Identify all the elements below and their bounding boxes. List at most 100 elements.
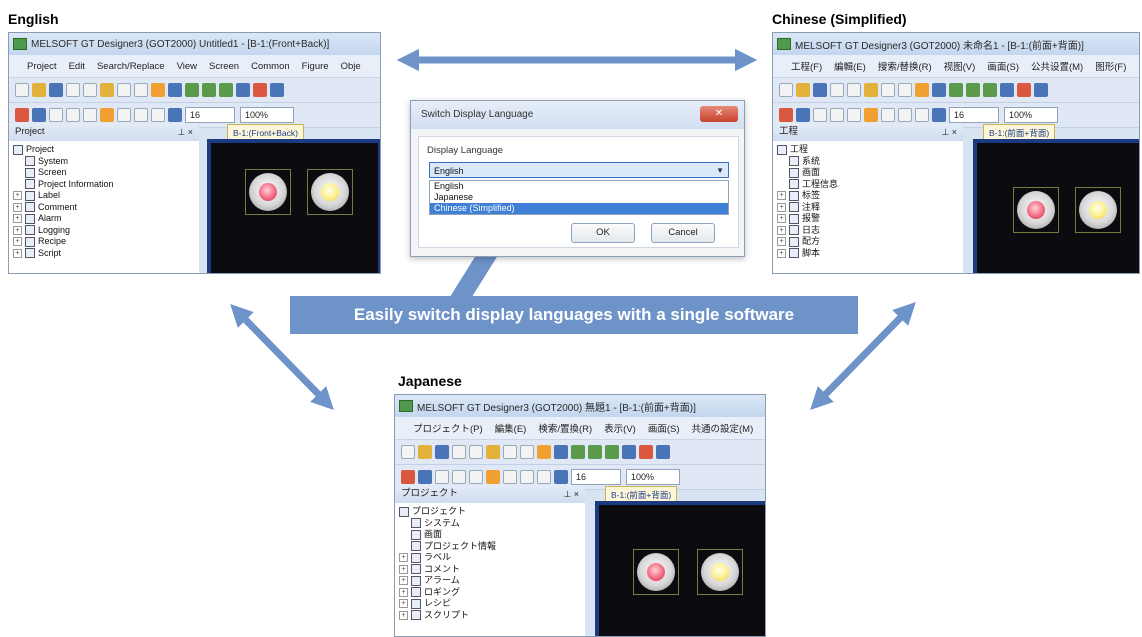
expand-icon[interactable]: + — [777, 202, 786, 212]
menu-screen[interactable]: Screen — [209, 61, 239, 72]
new-icon[interactable] — [401, 445, 415, 459]
redo-icon[interactable] — [898, 83, 912, 97]
lamp-tool-icon[interactable] — [1017, 83, 1031, 97]
circle-icon[interactable] — [66, 108, 80, 122]
undo-icon[interactable] — [117, 83, 131, 97]
draw-icon[interactable] — [779, 108, 793, 122]
fill-icon[interactable] — [32, 108, 46, 122]
paste-icon[interactable] — [486, 445, 500, 459]
lamp-red-icon[interactable] — [1017, 191, 1055, 229]
ok-button[interactable]: OK — [571, 223, 635, 243]
menu-screen[interactable]: 画面(S) — [987, 59, 1019, 73]
option-chinese-simplified[interactable]: Chinese (Simplified) — [430, 203, 728, 214]
cut-icon[interactable] — [830, 83, 844, 97]
text-icon[interactable] — [537, 470, 551, 484]
switch-tool-icon[interactable] — [656, 445, 670, 459]
text-icon[interactable] — [151, 108, 165, 122]
lamp-tool-icon[interactable] — [639, 445, 653, 459]
expand-icon[interactable]: + — [13, 225, 22, 235]
menu-view[interactable]: 表示(V) — [604, 421, 636, 435]
screen2-icon[interactable] — [966, 83, 980, 97]
menu-search-replace[interactable]: 搜索/替换(R) — [878, 59, 932, 73]
rect-icon[interactable] — [813, 108, 827, 122]
copy-icon[interactable] — [847, 83, 861, 97]
tree-item[interactable]: プロジェクト — [395, 506, 585, 518]
draw-icon[interactable] — [401, 470, 415, 484]
zoom-select[interactable]: 100% — [240, 107, 294, 123]
new-icon[interactable] — [15, 83, 29, 97]
expand-icon[interactable]: + — [399, 576, 408, 586]
tree-item[interactable]: + 脚本 — [773, 248, 963, 260]
switch-tool-icon[interactable] — [270, 83, 284, 97]
tree-item[interactable]: + Script — [9, 248, 199, 260]
open-icon[interactable] — [32, 83, 46, 97]
fill-icon[interactable] — [796, 108, 810, 122]
select-icon[interactable] — [151, 83, 165, 97]
line-icon[interactable] — [898, 108, 912, 122]
redo-icon[interactable] — [134, 83, 148, 97]
rect-icon[interactable] — [49, 108, 63, 122]
zoom-tool-icon[interactable] — [168, 108, 182, 122]
pin-icon[interactable]: ⊥ × — [177, 123, 193, 141]
expand-icon[interactable]: + — [13, 202, 22, 212]
tree-item[interactable]: + Label — [9, 190, 199, 202]
paste-icon[interactable] — [864, 83, 878, 97]
select-icon[interactable] — [915, 83, 929, 97]
rect-icon[interactable] — [435, 470, 449, 484]
expand-icon[interactable]: + — [777, 248, 786, 258]
menu-object[interactable]: Obje — [341, 61, 361, 72]
menu-edit[interactable]: Edit — [69, 61, 85, 72]
menu-common[interactable]: 共通の設定(M) — [692, 421, 754, 435]
lamp-tool-icon[interactable] — [253, 83, 267, 97]
expand-icon[interactable]: + — [13, 248, 22, 258]
english-screen-tab[interactable]: B-1:(Front+Back) — [227, 124, 304, 140]
tree-item[interactable]: + コメント — [395, 564, 585, 576]
font-size-select[interactable]: 16 — [571, 469, 621, 485]
copy-icon[interactable] — [83, 83, 97, 97]
screen3-icon[interactable] — [605, 445, 619, 459]
lamp-yellow-icon[interactable] — [311, 173, 349, 211]
tree-item[interactable]: + Alarm — [9, 213, 199, 225]
expand-icon[interactable]: + — [777, 225, 786, 235]
dialog-close-button[interactable]: ✕ — [700, 106, 738, 122]
menu-project[interactable]: プロジェクト(P) — [413, 421, 483, 435]
tree-item[interactable]: Project — [9, 144, 199, 156]
cut-icon[interactable] — [452, 445, 466, 459]
tree-item[interactable]: + Comment — [9, 202, 199, 214]
screen-icon[interactable] — [571, 445, 585, 459]
screen-icon[interactable] — [185, 83, 199, 97]
circle-icon[interactable] — [452, 470, 466, 484]
tree-item[interactable]: 工程信息 — [773, 179, 963, 191]
ellipse-icon[interactable] — [83, 108, 97, 122]
tree-item[interactable]: Project Information — [9, 179, 199, 191]
fill-icon[interactable] — [418, 470, 432, 484]
tree-item[interactable]: + 标签 — [773, 190, 963, 202]
tree-item[interactable]: Screen — [9, 167, 199, 179]
library-icon[interactable] — [622, 445, 636, 459]
tree-item[interactable]: + レシピ — [395, 598, 585, 610]
lamp-red-icon[interactable] — [249, 173, 287, 211]
save-icon[interactable] — [435, 445, 449, 459]
align-icon[interactable] — [503, 470, 517, 484]
expand-icon[interactable]: + — [777, 191, 786, 201]
expand-icon[interactable]: + — [13, 191, 22, 201]
screen3-icon[interactable] — [219, 83, 233, 97]
open-icon[interactable] — [796, 83, 810, 97]
property-icon[interactable] — [932, 83, 946, 97]
ellipse-icon[interactable] — [847, 108, 861, 122]
switch-tool-icon[interactable] — [1034, 83, 1048, 97]
pin-icon[interactable]: ⊥ × — [563, 485, 579, 503]
expand-icon[interactable]: + — [777, 214, 786, 224]
tree-item[interactable]: 画面 — [395, 529, 585, 541]
copy-icon[interactable] — [469, 445, 483, 459]
font-size-select[interactable]: 16 — [949, 107, 999, 123]
align-icon[interactable] — [881, 108, 895, 122]
draw-icon[interactable] — [15, 108, 29, 122]
japanese-screen-tab[interactable]: B-1:(前面+背面) — [605, 486, 678, 502]
screen2-icon[interactable] — [588, 445, 602, 459]
cancel-button[interactable]: Cancel — [651, 223, 715, 243]
menu-edit[interactable]: 編集(E) — [495, 421, 527, 435]
tree-item[interactable]: + ロギング — [395, 587, 585, 599]
screen3-icon[interactable] — [983, 83, 997, 97]
line-icon[interactable] — [134, 108, 148, 122]
